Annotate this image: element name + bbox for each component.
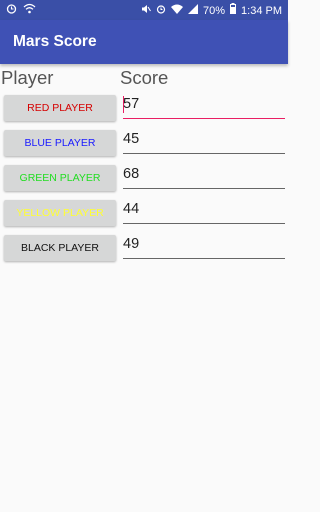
alarm-icon	[6, 3, 17, 18]
green-score-input[interactable]: 68	[123, 164, 285, 189]
yellow-score-value: 44	[123, 201, 140, 217]
status-time: 1:34 PM	[241, 4, 282, 17]
red-score-value: 57	[123, 96, 140, 112]
status-bar: 70% 1:34 PM	[0, 0, 288, 20]
green-player-label: GREEN PLAYER	[19, 172, 101, 184]
mute-icon	[141, 4, 151, 18]
yellow-score-input[interactable]: 44	[123, 199, 285, 224]
battery-icon	[230, 3, 237, 18]
black-player-label: BLACK PLAYER	[20, 242, 99, 254]
black-score-input[interactable]: 49	[123, 234, 285, 259]
score-column-header: Score	[120, 67, 169, 88]
wifi-icon	[23, 3, 36, 18]
blue-player-label: BLUE PLAYER	[24, 137, 96, 149]
player-column-header: Player	[1, 67, 54, 88]
black-score-value: 49	[123, 236, 140, 252]
alarm-clock-icon	[156, 4, 166, 18]
red-player-button[interactable]: RED PLAYER	[4, 95, 116, 121]
black-player-button[interactable]: BLACK PLAYER	[4, 235, 116, 261]
app-title: Mars Score	[13, 33, 97, 50]
red-score-input[interactable]: 57	[123, 94, 285, 119]
cell-signal-icon	[188, 3, 198, 18]
status-right: 70% 1:34 PM	[141, 3, 282, 18]
blue-player-button[interactable]: BLUE PLAYER	[4, 130, 116, 156]
status-left	[6, 3, 36, 18]
app-bar: Mars Score	[0, 20, 288, 64]
yellow-player-button[interactable]: YELLOW PLAYER	[4, 200, 116, 226]
green-score-value: 68	[123, 166, 140, 182]
red-player-label: RED PLAYER	[27, 102, 93, 114]
blue-score-input[interactable]: 45	[123, 129, 285, 154]
wifi-signal-icon	[171, 4, 183, 18]
yellow-player-label: YELLOW PLAYER	[16, 207, 104, 219]
blue-score-value: 45	[123, 131, 140, 147]
green-player-button[interactable]: GREEN PLAYER	[4, 165, 116, 191]
battery-percent: 70%	[203, 4, 226, 17]
